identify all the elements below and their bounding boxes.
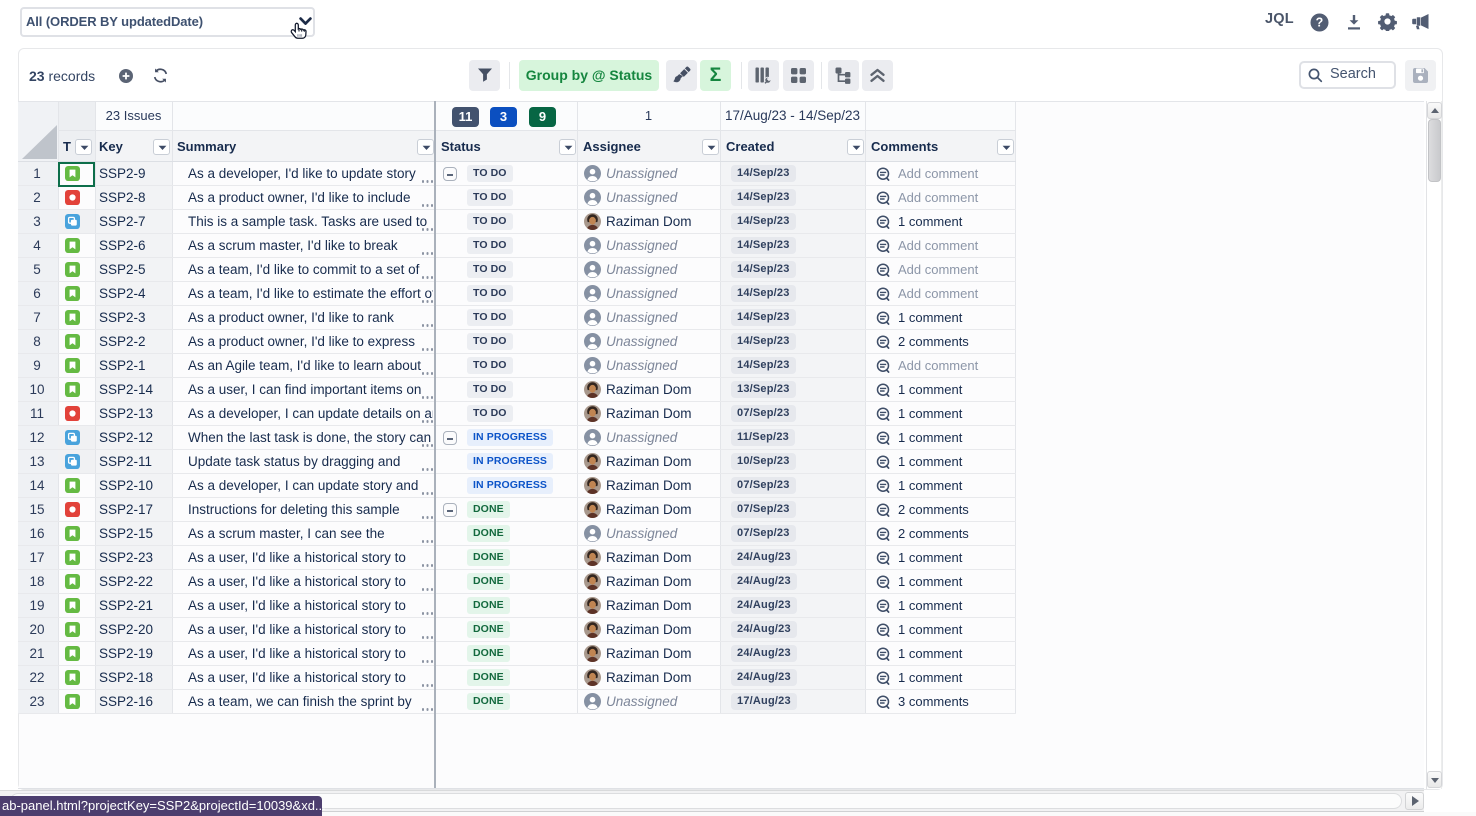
svg-text:?: ? xyxy=(1316,16,1324,30)
